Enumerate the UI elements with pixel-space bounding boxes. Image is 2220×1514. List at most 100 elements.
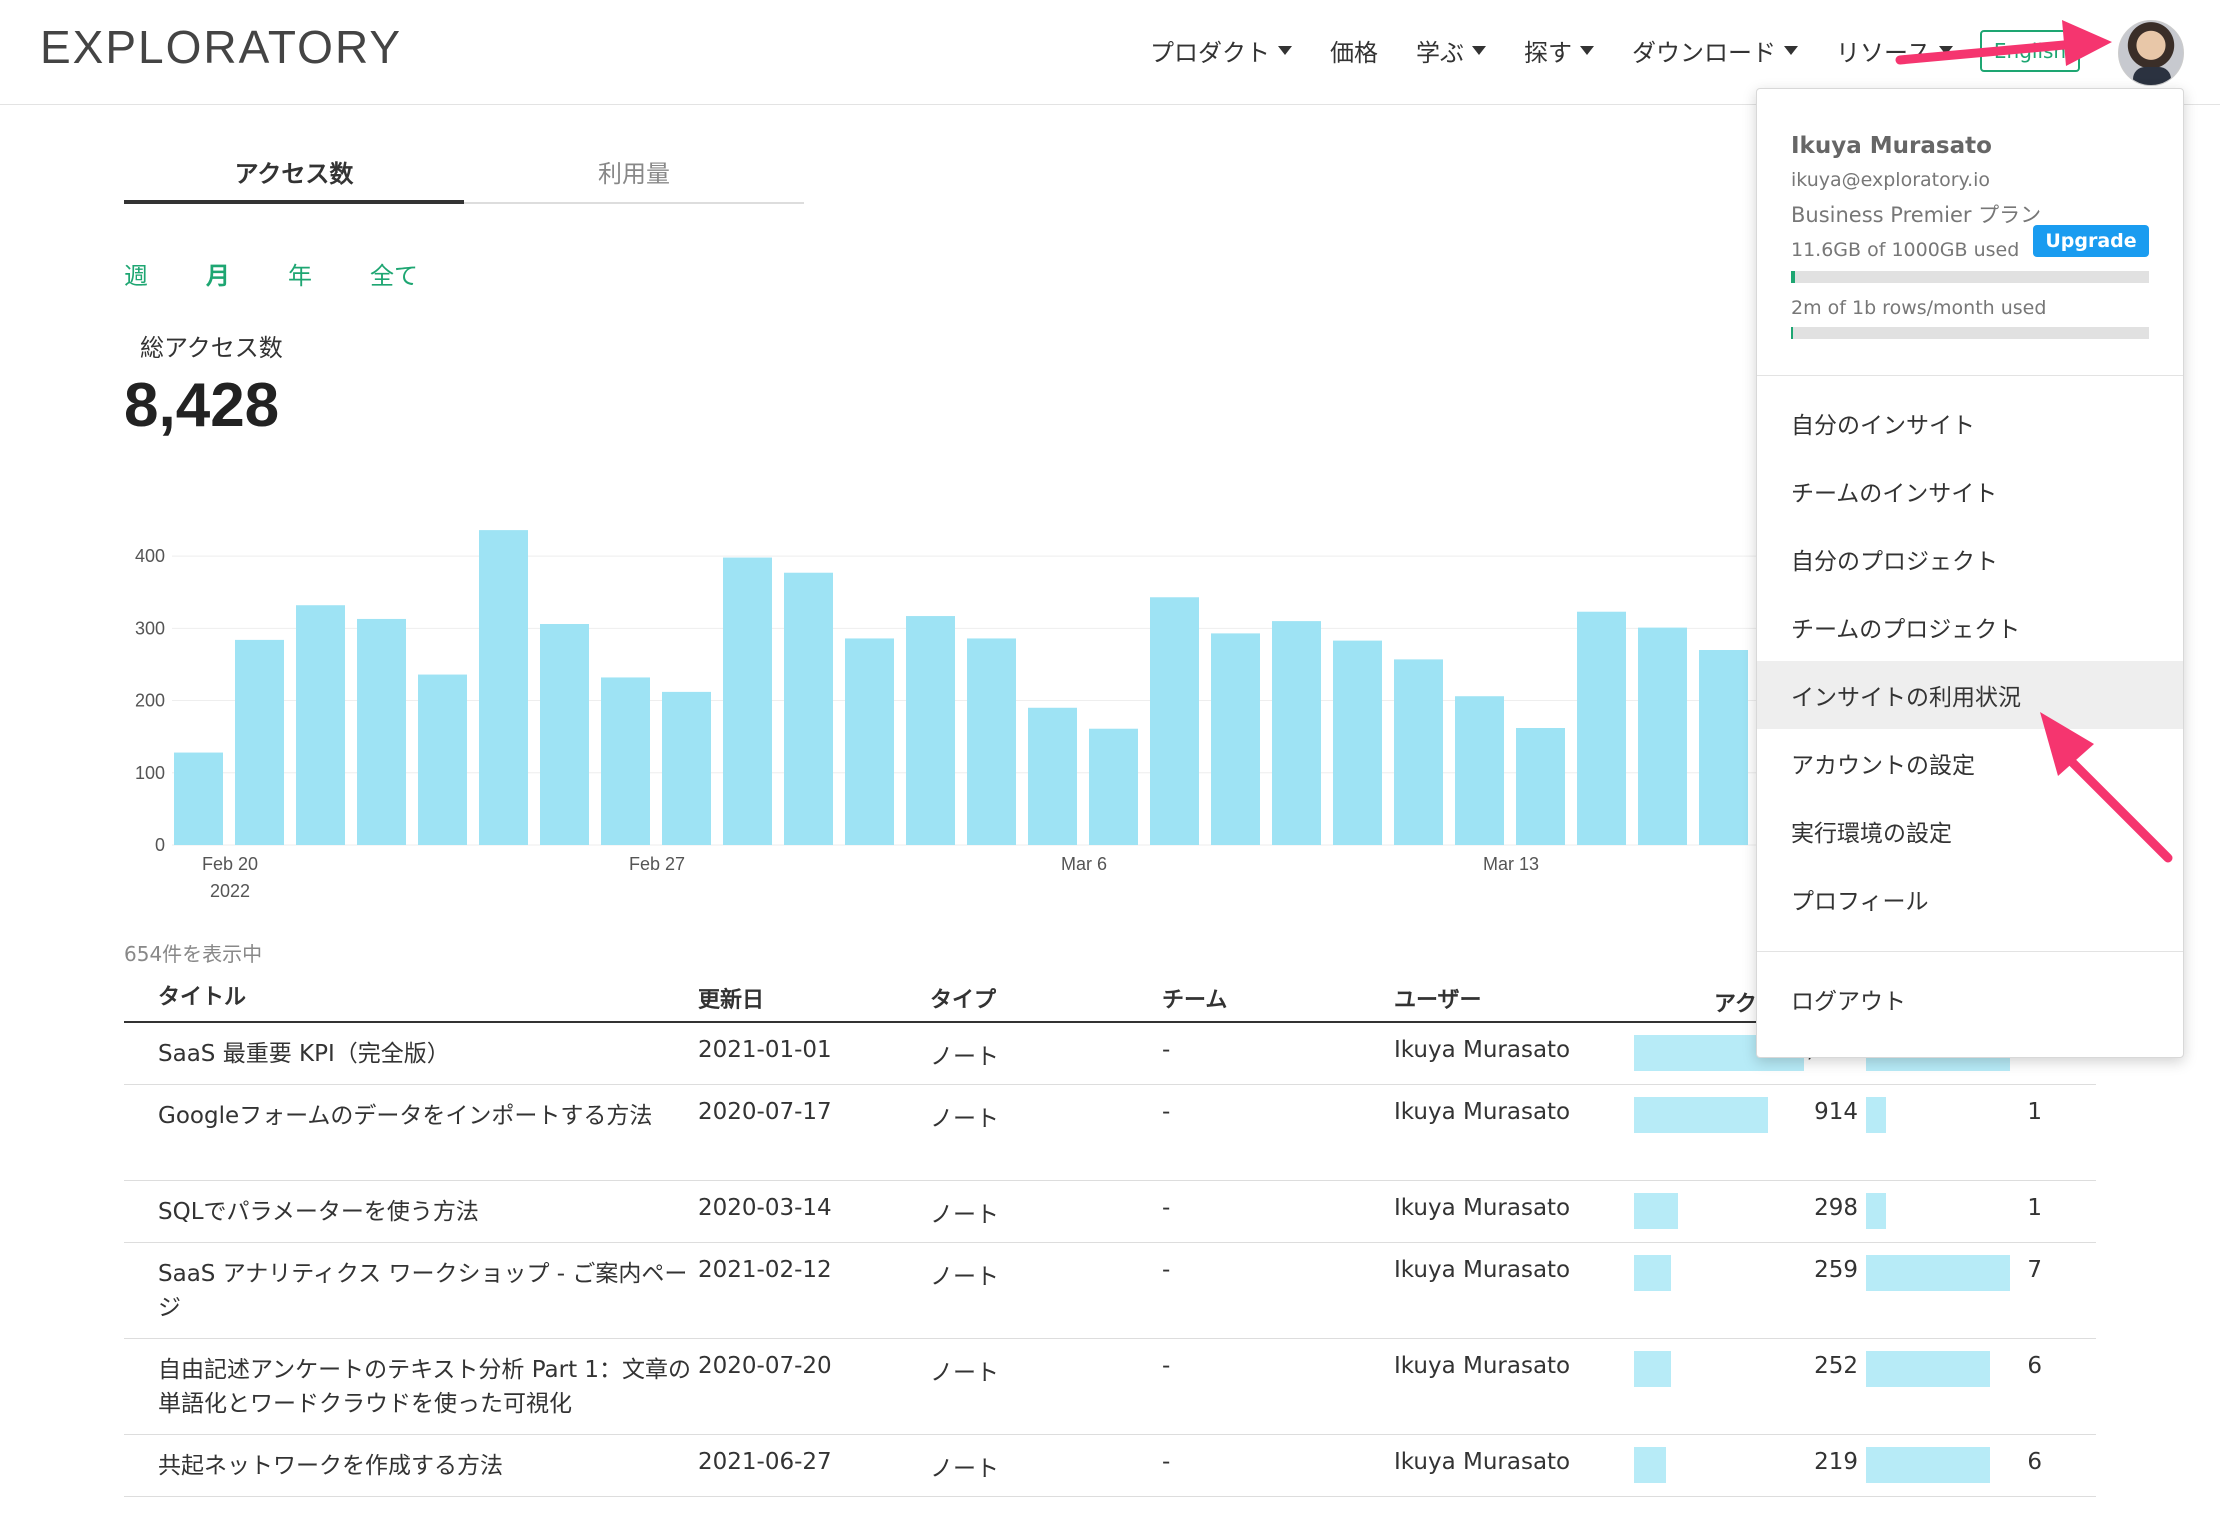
column-type[interactable]: タイプ <box>930 982 1162 1014</box>
chart-bar[interactable] <box>967 638 1016 845</box>
column-user[interactable]: ユーザー <box>1394 982 1634 1014</box>
menu-divider <box>1757 951 2183 952</box>
row-access-cell: 914 <box>1634 1085 1866 1180</box>
chart-bar[interactable] <box>540 624 589 845</box>
chart-bar[interactable] <box>1455 696 1504 845</box>
chart-bar[interactable] <box>662 691 711 845</box>
menu-team-insights[interactable]: チームのインサイト <box>1757 457 2183 525</box>
chart-bar[interactable] <box>1089 728 1138 845</box>
row-other-bar <box>1866 1193 1886 1229</box>
period-all[interactable]: 全て <box>370 256 418 291</box>
menu-account-settings[interactable]: アカウントの設定 <box>1757 729 2183 797</box>
menu-my-projects[interactable]: 自分のプロジェクト <box>1757 525 2183 593</box>
row-title[interactable]: 共起ネットワークを作成する方法 <box>124 1435 698 1496</box>
row-team: - <box>1162 1195 1171 1221</box>
storage-usage-text: 11.6GB of 1000GB used <box>1791 239 2020 261</box>
nav-explore[interactable]: 探す <box>1524 33 1594 68</box>
menu-team-projects[interactable]: チームのプロジェクト <box>1757 593 2183 661</box>
row-access-bar <box>1634 1351 1671 1387</box>
table-row[interactable]: 自由記述アンケートのテキスト分析 Part 1：文章の単語化とワードクラウドを使… <box>124 1339 2096 1435</box>
rows-usage-text: 2m of 1b rows/month used <box>1791 297 2047 319</box>
row-team: - <box>1162 1449 1171 1475</box>
chart-bar[interactable] <box>357 618 406 845</box>
row-other-value: 6 <box>2027 1353 2042 1379</box>
x-tick-label: Mar 13 <box>1483 854 1539 874</box>
row-other-value: 1 <box>2027 1099 2042 1125</box>
period-year[interactable]: 年 <box>288 256 312 291</box>
chart-bar[interactable] <box>1699 650 1748 845</box>
english-button[interactable]: English <box>1980 30 2080 72</box>
chart-bar[interactable] <box>1394 659 1443 845</box>
chart-bar[interactable] <box>1516 728 1565 845</box>
main-nav: プロダクト 価格 学ぶ 探す ダウンロード リソース <box>1150 30 1991 70</box>
menu-my-insights[interactable]: 自分のインサイト <box>1757 389 2183 457</box>
period-selector: 週 月 年 全て <box>124 256 476 291</box>
nav-resources[interactable]: リソース <box>1836 33 1953 68</box>
tab-usage[interactable]: 利用量 <box>464 140 804 202</box>
y-tick-label: 100 <box>135 763 165 783</box>
row-user: Ikuya Murasato <box>1394 1195 1571 1221</box>
row-title[interactable]: 自由記述アンケートのテキスト分析 Part 1：文章の単語化とワードクラウドを使… <box>124 1339 698 1434</box>
period-week[interactable]: 週 <box>124 256 148 291</box>
chart-bar[interactable] <box>235 639 284 845</box>
menu-runtime-settings[interactable]: 実行環境の設定 <box>1757 797 2183 865</box>
row-type: ノート <box>930 1456 999 1482</box>
row-other-cell: 6 <box>1866 1435 2066 1496</box>
chart-bar[interactable] <box>174 752 223 845</box>
chart-bar[interactable] <box>479 530 528 845</box>
column-team[interactable]: チーム <box>1162 982 1394 1014</box>
table-row[interactable]: SaaS アナリティクス ワークショップ - ご案内ページ 2021-02-12 ノ… <box>124 1243 2096 1339</box>
row-title[interactable]: Googleフォームのデータをインポートする方法 <box>124 1085 698 1180</box>
tab-access[interactable]: アクセス数 <box>124 140 464 204</box>
row-updated: 2021-06-27 <box>698 1449 832 1475</box>
user-avatar[interactable] <box>2118 20 2184 86</box>
table-row[interactable]: SQLでパラメーターを使う方法 2020-03-14 ノート - Ikuya Muras… <box>124 1181 2096 1243</box>
upgrade-button[interactable]: Upgrade <box>2033 225 2149 257</box>
chart-bar[interactable] <box>723 557 772 845</box>
chart-bar[interactable] <box>1272 621 1321 845</box>
chart-bar[interactable] <box>1638 627 1687 845</box>
chart-bar[interactable] <box>1577 611 1626 845</box>
x-tick-label: Mar 6 <box>1061 854 1107 874</box>
nav-pricing[interactable]: 価格 <box>1330 33 1378 68</box>
menu-logout[interactable]: ログアウト <box>1757 965 2183 1033</box>
table-row[interactable]: Googleフォームのデータをインポートする方法 2020-07-17 ノート - Ik… <box>124 1085 2096 1181</box>
table-row[interactable]: 共起ネットワークを作成する方法 2021-06-27 ノート - Ikuya Muras… <box>124 1435 2096 1497</box>
row-updated: 2020-07-17 <box>698 1099 832 1125</box>
period-month[interactable]: 月 <box>206 256 230 291</box>
rows-progress-bar <box>1791 327 2149 339</box>
x-tick-year: 2022 <box>210 881 250 901</box>
column-updated[interactable]: 更新日 <box>698 982 930 1014</box>
nav-product[interactable]: プロダクト <box>1150 33 1292 68</box>
chart-bar[interactable] <box>1150 597 1199 845</box>
row-other-bar <box>1866 1255 2010 1291</box>
nav-label: プロダクト <box>1150 38 1270 67</box>
row-title[interactable]: SaaS 最重要 KPI（完全版） <box>124 1023 698 1084</box>
row-access-bar <box>1634 1255 1671 1291</box>
caret-down-icon <box>1278 45 1292 55</box>
row-user: Ikuya Murasato <box>1394 1257 1571 1283</box>
chart-bar[interactable] <box>784 572 833 845</box>
chart-bar[interactable] <box>418 674 467 845</box>
menu-profile[interactable]: プロフィール <box>1757 865 2183 933</box>
chart-svg: 0 100 200 300 400 Feb 20 2022 Feb 27 Mar 6 Mar 13 <box>135 530 1992 901</box>
chart-bar[interactable] <box>296 605 345 845</box>
chart-bar[interactable] <box>1028 707 1077 845</box>
row-title[interactable]: SQLでパラメーターを使う方法 <box>124 1181 698 1242</box>
row-access-value: 914 <box>1814 1099 1858 1125</box>
row-title[interactable]: SaaS アナリティクス ワークショップ - ご案内ページ <box>124 1243 698 1338</box>
chart-bar[interactable] <box>845 638 894 845</box>
chart-bar[interactable] <box>1333 640 1382 845</box>
exploratory-logo[interactable]: EXPLORATORY <box>40 20 402 74</box>
account-plan: Business Premier プラン <box>1791 203 2042 227</box>
nav-download[interactable]: ダウンロード <box>1632 33 1798 68</box>
nav-learn[interactable]: 学ぶ <box>1416 33 1486 68</box>
column-title[interactable]: タイトル <box>124 981 698 1015</box>
chart-bar[interactable] <box>601 677 650 845</box>
chart-bar[interactable] <box>906 616 955 845</box>
y-tick-label: 200 <box>135 691 165 711</box>
row-other-cell: 1 <box>1866 1085 2066 1180</box>
menu-insight-usage[interactable]: インサイトの利用状況 <box>1757 661 2183 729</box>
chart-bar[interactable] <box>1211 633 1260 845</box>
row-access-bar <box>1634 1097 1768 1133</box>
